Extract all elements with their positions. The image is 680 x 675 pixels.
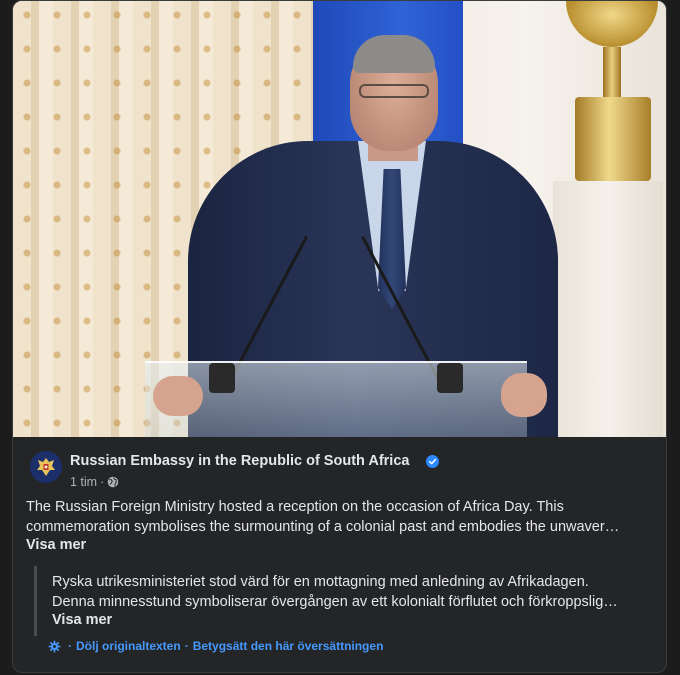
post-text: The Russian Foreign Ministry hosted a re… [26, 497, 651, 537]
translated-text-line: Denna minnesstund symboliserar övergånge… [52, 594, 618, 610]
translated-text: Ryska utrikesministeriet stod värd för e… [52, 572, 652, 612]
gear-icon [48, 640, 61, 652]
meta-separator: · [100, 475, 105, 489]
translation-actions: · Dölj originaltexten · Betygsätt den hä… [48, 639, 383, 653]
post-text-line: The Russian Foreign Ministry hosted a re… [26, 499, 564, 515]
post-card: Russian Embassy in the Republic of South… [12, 0, 667, 673]
post-meta: 1 tim · [70, 475, 119, 489]
translation-see-more-link[interactable]: Visa mer [52, 612, 112, 628]
page-name-link[interactable]: Russian Embassy in the Republic of South… [70, 453, 409, 469]
post-text-line: commemoration symbolises the surmounting… [26, 519, 620, 535]
translation-block: Ryska utrikesministeriet stod värd för e… [34, 566, 657, 636]
page-avatar[interactable] [30, 451, 62, 483]
globe-icon[interactable] [107, 476, 119, 488]
link-separator: · [68, 639, 72, 653]
see-more-link[interactable]: Visa mer [26, 537, 86, 553]
post-timestamp[interactable]: 1 tim [70, 475, 97, 489]
translated-text-line: Ryska utrikesministeriet stod värd för e… [52, 574, 589, 590]
link-separator: · [184, 639, 189, 653]
coat-of-arms-icon [30, 451, 62, 483]
verified-badge-icon [426, 455, 439, 468]
rate-translation-link[interactable]: Betygsätt den här översättningen [193, 639, 384, 653]
hide-original-link[interactable]: Dölj originaltexten [76, 639, 181, 653]
post-photo[interactable] [13, 1, 666, 437]
